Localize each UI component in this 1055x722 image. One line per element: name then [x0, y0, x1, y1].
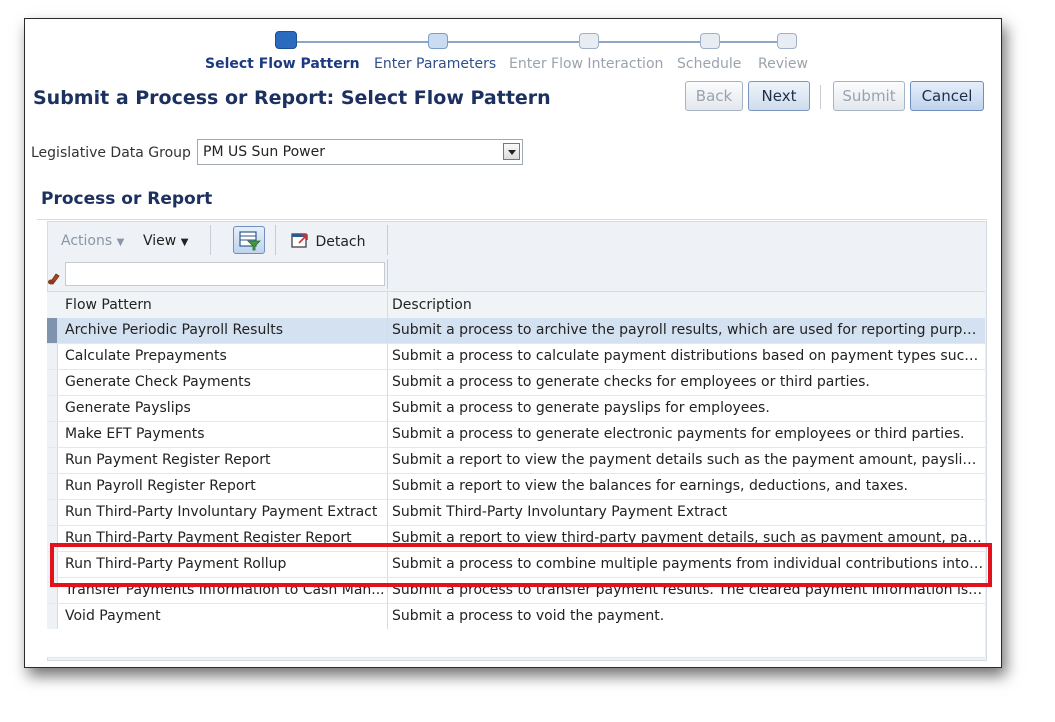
row-header[interactable]: [47, 344, 58, 369]
back-button[interactable]: Back: [685, 81, 743, 111]
query-by-example-button[interactable]: [233, 226, 265, 254]
train-stop-enter-parameters[interactable]: [428, 33, 448, 49]
column-divider: [387, 292, 388, 318]
table-empty-area: [47, 629, 985, 658]
column-divider: [387, 344, 388, 369]
column-header-flow-pattern[interactable]: Flow Pattern: [65, 297, 152, 313]
row-header[interactable]: [47, 500, 58, 525]
table-header: Flow Pattern Description: [47, 291, 985, 319]
train-label-enter-parameters[interactable]: Enter Parameters: [374, 56, 496, 72]
chevron-down-icon: ▼: [180, 237, 189, 248]
flow-pattern-cell[interactable]: Archive Periodic Payroll Results: [65, 322, 387, 338]
flow-pattern-cell[interactable]: Run Payroll Register Report: [65, 478, 387, 494]
flow-pattern-cell[interactable]: Make EFT Payments: [65, 426, 387, 442]
column-divider: [387, 474, 388, 499]
description-cell: Submit a report to view the balances for…: [392, 478, 908, 494]
process-train: Select Flow Pattern Enter Parameters Ent…: [25, 19, 1001, 79]
train-label-enter-flow-interaction: Enter Flow Interaction: [509, 56, 664, 72]
detach-icon: [291, 233, 308, 248]
section-divider: [37, 219, 987, 220]
legislative-data-group-select[interactable]: PM US Sun Power: [197, 139, 523, 165]
table-row[interactable]: Generate Check Payments Submit a process …: [47, 370, 985, 396]
row-header[interactable]: [47, 370, 58, 395]
table-row[interactable]: Run Payment Register Report Submit a repo…: [47, 448, 985, 474]
table-row[interactable]: Make EFT Payments Submit a process to gen…: [47, 422, 985, 448]
train-stop-enter-flow-interaction: [579, 33, 599, 49]
table-row[interactable]: Run Payroll Register Report Submit a repo…: [47, 474, 985, 500]
description-cell: Submit a report to view the payment deta…: [392, 452, 984, 468]
cancel-button[interactable]: Cancel: [910, 81, 984, 111]
section-title: Process or Report: [41, 189, 213, 209]
column-divider: [387, 396, 388, 421]
table-row[interactable]: Void Payment Submit a process to void the…: [47, 604, 985, 630]
detach-button[interactable]: Detach: [291, 231, 366, 250]
flow-pattern-cell[interactable]: Void Payment: [65, 608, 387, 624]
query-by-example-icon: [239, 231, 261, 251]
next-button[interactable]: Next: [748, 81, 810, 111]
page-title: Submit a Process or Report: Select Flow …: [33, 87, 551, 109]
row-header[interactable]: [47, 422, 58, 447]
dropdown-arrow-icon[interactable]: [503, 143, 520, 160]
description-cell: Submit a process to generate payslips fo…: [392, 400, 770, 416]
legislative-data-group-value: PM US Sun Power: [203, 144, 325, 160]
description-cell: Submit a process to calculate payment di…: [392, 348, 984, 364]
train-label-review: Review: [758, 56, 808, 72]
column-divider: [387, 422, 388, 447]
train-stop-schedule: [700, 33, 720, 49]
train-label-select-flow-pattern: Select Flow Pattern: [205, 56, 360, 72]
chevron-down-icon: ▼: [116, 237, 125, 248]
description-cell: Submit a process to archive the payroll …: [392, 322, 984, 338]
toolbar-separator: [210, 225, 211, 255]
row-header[interactable]: [47, 396, 58, 421]
flow-pattern-cell[interactable]: Generate Check Payments: [65, 374, 387, 390]
column-divider: [387, 370, 388, 395]
description-cell: Submit a process to generate electronic …: [392, 426, 965, 442]
table-row[interactable]: Run Third-Party Involuntary Payment Extr…: [47, 500, 985, 526]
actions-menu[interactable]: Actions ▼: [61, 233, 124, 249]
column-divider: [387, 448, 388, 473]
row-header[interactable]: [47, 474, 58, 499]
train-stop-review: [777, 33, 797, 49]
clear-filter-icon[interactable]: [47, 271, 61, 285]
column-divider: [387, 318, 388, 343]
column-divider: [387, 259, 388, 289]
flow-pattern-cell[interactable]: Generate Payslips: [65, 400, 387, 416]
description-cell: Submit a process to generate checks for …: [392, 374, 870, 390]
toolbar-separator: [820, 85, 821, 109]
description-cell: Submit a process to void the payment.: [392, 608, 665, 624]
column-divider: [387, 604, 388, 629]
column-header-description[interactable]: Description: [392, 297, 472, 313]
app-window: Select Flow Pattern Enter Parameters Ent…: [24, 18, 1002, 668]
highlight-annotation-box: [50, 543, 992, 587]
description-cell: Submit Third-Party Involuntary Payment E…: [392, 504, 728, 520]
actions-menu-label: Actions: [61, 233, 113, 249]
row-header[interactable]: [47, 604, 58, 629]
legislative-data-group-label: Legislative Data Group: [31, 145, 191, 161]
train-label-schedule: Schedule: [677, 56, 742, 72]
column-divider: [387, 500, 388, 525]
toolbar-separator: [275, 225, 276, 255]
flow-pattern-filter-input[interactable]: [65, 262, 385, 286]
table-row[interactable]: Calculate Prepayments Submit a process to…: [47, 344, 985, 370]
flow-pattern-cell[interactable]: Run Payment Register Report: [65, 452, 387, 468]
detach-label: Detach: [315, 234, 366, 250]
view-menu-label: View: [143, 233, 177, 249]
toolbar-separator: [387, 225, 388, 255]
train-stop-select-flow-pattern[interactable]: [275, 31, 297, 49]
view-menu[interactable]: View ▼: [143, 233, 188, 249]
table-row[interactable]: Archive Periodic Payroll Results Submit a…: [47, 318, 985, 344]
flow-pattern-cell[interactable]: Calculate Prepayments: [65, 348, 387, 364]
table-row[interactable]: Generate Payslips Submit a process to gen…: [47, 396, 985, 422]
row-header[interactable]: [47, 448, 58, 473]
submit-button[interactable]: Submit: [833, 81, 905, 111]
row-header[interactable]: [47, 318, 58, 343]
flow-pattern-cell[interactable]: Run Third-Party Involuntary Payment Extr…: [65, 504, 387, 520]
